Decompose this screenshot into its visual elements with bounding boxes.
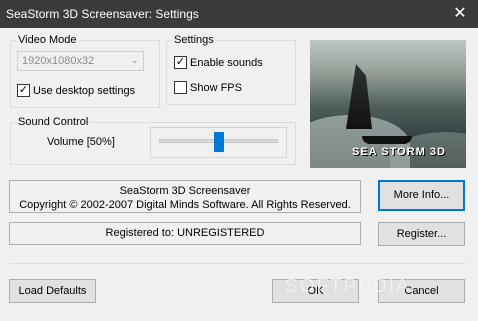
volume-thumb[interactable] — [213, 132, 224, 152]
chevron-down-icon: ⌄ — [130, 55, 139, 66]
show-fps-label: Show FPS — [190, 82, 242, 94]
enable-sounds-label: Enable sounds — [190, 57, 263, 69]
use-desktop-checkbox[interactable]: ✓ — [17, 84, 30, 97]
app-name: SeaStorm 3D Screensaver — [119, 185, 251, 197]
checkmark-icon: ✓ — [175, 56, 186, 68]
register-button[interactable]: Register... — [378, 222, 465, 246]
checkmark-icon: ✓ — [18, 84, 29, 96]
copyright-text: Copyright © 2002-2007 Digital Minds Soft… — [19, 199, 351, 211]
sound-control-label: Sound Control — [16, 116, 91, 128]
preview-brand-text: SEA STORM 3D — [352, 146, 446, 158]
boat-silhouette — [362, 136, 412, 144]
volume-slider[interactable] — [150, 127, 287, 158]
separator — [10, 263, 466, 264]
load-defaults-button[interactable]: Load Defaults — [9, 279, 96, 303]
close-icon[interactable]: ✕ — [442, 0, 478, 28]
enable-sounds-checkbox[interactable]: ✓ — [174, 56, 187, 69]
registration-box: Registered to: UNREGISTERED — [9, 222, 361, 245]
ok-button[interactable]: OK — [272, 279, 359, 303]
video-mode-label: Video Mode — [16, 34, 79, 46]
cancel-button[interactable]: Cancel — [378, 279, 465, 303]
title-bar: SeaStorm 3D Screensaver: Settings ✕ — [0, 0, 478, 28]
seastorm-preview-image: SEA STORM 3D — [310, 40, 466, 168]
resolution-select[interactable]: 1920x1080x32 ⌄ — [17, 51, 144, 71]
about-box: SeaStorm 3D Screensaver Copyright © 2002… — [9, 180, 361, 213]
window-title: SeaStorm 3D Screensaver: Settings — [6, 7, 199, 21]
volume-label: Volume [50%] — [47, 136, 115, 148]
settings-label: Settings — [172, 34, 216, 46]
show-fps-checkbox[interactable] — [174, 81, 187, 94]
resolution-value: 1920x1080x32 — [22, 55, 95, 67]
more-info-button[interactable]: More Info... — [378, 180, 465, 211]
use-desktop-label: Use desktop settings — [33, 85, 136, 97]
settings-group — [166, 40, 296, 105]
registration-text: Registered to: UNREGISTERED — [105, 227, 265, 239]
